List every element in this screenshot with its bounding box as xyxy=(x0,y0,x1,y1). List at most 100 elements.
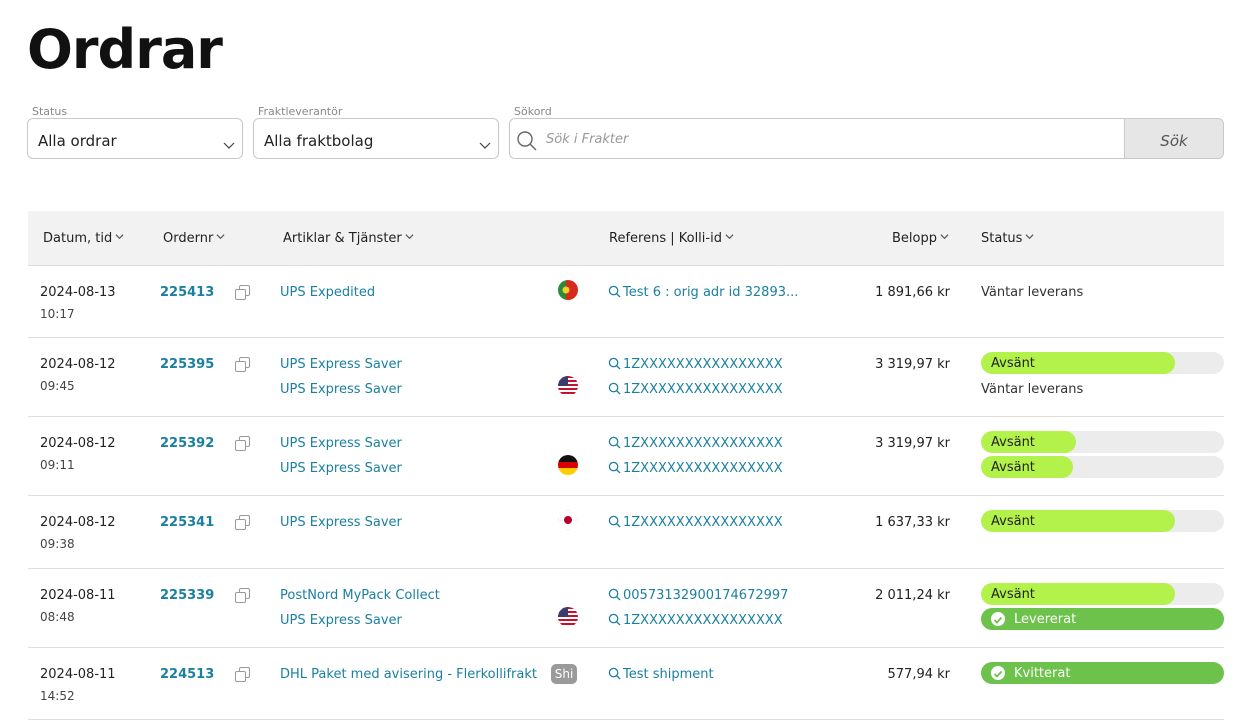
status-select-value: Alla ordrar xyxy=(38,132,117,150)
service-link[interactable]: UPS Express Saver xyxy=(280,357,402,372)
japan-flag-icon xyxy=(558,510,578,530)
reference-link[interactable]: Test shipment xyxy=(608,667,714,682)
reference-link[interactable]: 1ZXXXXXXXXXXXXXXXX xyxy=(608,613,783,628)
reference-link[interactable]: 1ZXXXXXXXXXXXXXXXX xyxy=(608,515,783,530)
check-icon xyxy=(991,666,1005,680)
search-icon xyxy=(517,131,537,151)
copy-icon[interactable] xyxy=(235,285,250,300)
chevron-down-icon xyxy=(405,234,414,240)
status-text: Väntar leverans xyxy=(981,285,1084,300)
table-header: Datum, tid Ordernr Artiklar & Tjänster R… xyxy=(28,211,1224,266)
status-progress-bar: Avsänt xyxy=(981,583,1224,605)
service-link[interactable]: UPS Express Saver xyxy=(280,613,402,628)
reference-link[interactable]: Test 6 : orig adr id 32893... xyxy=(608,285,798,300)
carrier-select[interactable]: Alla fraktbolag xyxy=(253,118,499,159)
column-header-ref[interactable]: Referens | Kolli-id xyxy=(609,231,734,246)
status-label: Avsänt xyxy=(991,435,1035,450)
search-input[interactable]: Sök i Frakter xyxy=(509,118,1125,159)
column-header-order[interactable]: Ordernr xyxy=(163,231,225,246)
order-time: 10:17 xyxy=(40,307,75,321)
check-icon xyxy=(991,612,1005,626)
chevron-down-icon xyxy=(216,234,225,240)
table-row[interactable]: 2024-08-12 09:38 225341 UPS Express Saver 1Z… xyxy=(28,496,1224,569)
carrier-filter-label: Fraktleverantör xyxy=(258,105,343,118)
service-link[interactable]: PostNord MyPack Collect xyxy=(280,588,440,603)
table-row[interactable]: 2024-08-13 10:17 225413 UPS Expedited Test 6… xyxy=(28,266,1224,338)
order-date: 2024-08-12 xyxy=(40,436,116,451)
order-time: 09:38 xyxy=(40,537,75,551)
copy-icon[interactable] xyxy=(235,667,250,682)
table-row[interactable]: 2024-08-12 09:11 225392 UPS Express Saver 1Z… xyxy=(28,417,1224,496)
order-time: 09:45 xyxy=(40,379,75,393)
reference-link[interactable]: 00573132900174672997 xyxy=(608,588,788,603)
carrier-select-value: Alla fraktbolag xyxy=(264,132,374,150)
status-label: Avsänt xyxy=(991,356,1035,371)
chevron-down-icon xyxy=(940,234,949,240)
status-progress-bar: Avsänt xyxy=(981,352,1224,374)
order-number-link[interactable]: 225413 xyxy=(160,285,214,300)
reference-link[interactable]: 1ZXXXXXXXXXXXXXXXX xyxy=(608,461,783,476)
shipment-badge: Shi xyxy=(551,664,577,684)
order-time: 14:52 xyxy=(40,689,75,703)
search-button[interactable]: Sök xyxy=(1124,118,1224,159)
order-amount: 1 637,33 kr xyxy=(875,515,950,530)
search-placeholder: Sök i Frakter xyxy=(546,132,629,147)
column-header-amount[interactable]: Belopp xyxy=(892,231,949,246)
order-number-link[interactable]: 224513 xyxy=(160,667,214,682)
chevron-down-icon xyxy=(1025,234,1034,240)
status-label: Kvitterat xyxy=(1014,666,1071,681)
status-progress-bar: Avsänt xyxy=(981,431,1224,453)
chevron-down-icon xyxy=(223,142,235,149)
status-progress-bar: Avsänt xyxy=(981,456,1224,478)
status-done-bar: Levererat xyxy=(981,608,1224,630)
column-header-items[interactable]: Artiklar & Tjänster xyxy=(283,231,414,246)
status-label: Avsänt xyxy=(991,587,1035,602)
status-label: Avsänt xyxy=(991,514,1035,529)
service-link[interactable]: UPS Express Saver xyxy=(280,382,402,397)
chevron-down-icon xyxy=(725,234,734,240)
copy-icon[interactable] xyxy=(235,588,250,603)
portugal-flag-icon xyxy=(558,280,578,300)
table-row[interactable]: 2024-08-11 14:52 224513 DHL Paket med avise… xyxy=(28,648,1224,720)
copy-icon[interactable] xyxy=(235,357,250,372)
status-label: Avsänt xyxy=(991,460,1035,475)
column-header-status[interactable]: Status xyxy=(981,231,1034,246)
column-header-date[interactable]: Datum, tid xyxy=(43,231,124,246)
service-link[interactable]: UPS Express Saver xyxy=(280,515,402,530)
search-filter-label: Sökord xyxy=(514,105,552,118)
order-amount: 2 011,24 kr xyxy=(875,588,950,603)
order-amount: 3 319,97 kr xyxy=(875,357,950,372)
service-link[interactable]: UPS Expedited xyxy=(280,285,375,300)
table-row[interactable]: 2024-08-12 09:45 225395 UPS Express Saver 1Z… xyxy=(28,338,1224,417)
copy-icon[interactable] xyxy=(235,436,250,451)
service-link[interactable]: UPS Express Saver xyxy=(280,436,402,451)
usa-flag-icon xyxy=(558,376,578,396)
page-title: Ordrar xyxy=(27,18,223,81)
order-number-link[interactable]: 225341 xyxy=(160,515,214,530)
table-row[interactable]: 2024-08-11 08:48 225339 PostNord MyPack Col… xyxy=(28,569,1224,648)
reference-link[interactable]: 1ZXXXXXXXXXXXXXXXX xyxy=(608,436,783,451)
order-date: 2024-08-12 xyxy=(40,515,116,530)
service-link[interactable]: DHL Paket med avisering - Flerkollifrakt xyxy=(280,667,537,682)
order-number-link[interactable]: 225395 xyxy=(160,357,214,372)
usa-flag-icon xyxy=(558,607,578,627)
chevron-down-icon xyxy=(479,142,491,149)
order-amount: 577,94 kr xyxy=(887,667,951,682)
order-date: 2024-08-12 xyxy=(40,357,116,372)
order-time: 08:48 xyxy=(40,610,75,624)
order-date: 2024-08-13 xyxy=(40,285,116,300)
copy-icon[interactable] xyxy=(235,515,250,530)
status-progress-bar: Avsänt xyxy=(981,510,1224,532)
order-date: 2024-08-11 xyxy=(40,667,116,682)
service-link[interactable]: UPS Express Saver xyxy=(280,461,402,476)
order-time: 09:11 xyxy=(40,458,75,472)
reference-link[interactable]: 1ZXXXXXXXXXXXXXXXX xyxy=(608,357,783,372)
chevron-down-icon xyxy=(115,234,124,240)
status-label: Levererat xyxy=(1014,612,1077,627)
order-number-link[interactable]: 225392 xyxy=(160,436,214,451)
order-date: 2024-08-11 xyxy=(40,588,116,603)
reference-link[interactable]: 1ZXXXXXXXXXXXXXXXX xyxy=(608,382,783,397)
status-select[interactable]: Alla ordrar xyxy=(27,118,243,159)
order-number-link[interactable]: 225339 xyxy=(160,588,214,603)
order-amount: 1 891,66 kr xyxy=(875,285,950,300)
